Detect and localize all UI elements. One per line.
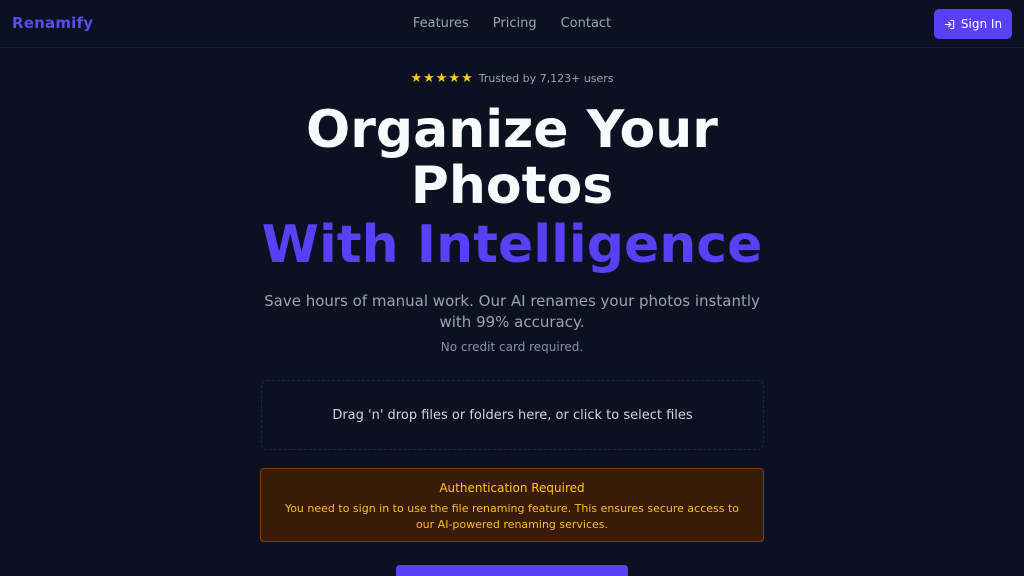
trust-text: Trusted by 7,123+ users <box>478 72 614 85</box>
hero-title-text: Organize Your Photos <box>306 100 718 216</box>
star-icon: ★ <box>448 71 461 86</box>
primary-action-button[interactable] <box>396 565 628 576</box>
sign-in-icon <box>944 19 955 29</box>
no-credit-card-note: No credit card required. <box>440 340 584 354</box>
dropzone-label: Drag 'n' drop files or folders here, or … <box>332 407 693 423</box>
nav-link-features[interactable]: Features <box>413 16 469 31</box>
star-icon: ★ <box>423 71 435 86</box>
hero-subtitle: Save hours of manual work. Our AI rename… <box>264 292 760 331</box>
sign-in-label: Sign In <box>960 17 1003 31</box>
star-icon: ★ <box>461 71 473 86</box>
star-rating: ★ ★ ★ ★ ★ <box>410 72 472 85</box>
trust-rating: ★ ★ ★ ★ ★ Trusted by 7,123+ users <box>0 72 1024 85</box>
star-icon: ★ <box>435 71 448 86</box>
star-icon: ★ <box>410 71 423 86</box>
file-dropzone[interactable]: Drag 'n' drop files or folders here, or … <box>261 380 764 450</box>
nav-links: Features Pricing Contact <box>0 16 1024 31</box>
sign-in-button[interactable]: Sign In <box>934 9 1012 39</box>
auth-required-alert: Authentication Required You need to sign… <box>260 468 764 542</box>
hero-title-accent: With Intelligence <box>261 215 763 275</box>
hero-title: Organize Your Photos <box>0 102 1024 214</box>
alert-title: Authentication Required <box>439 481 585 495</box>
alert-body: You need to sign in to use the file rena… <box>284 502 740 531</box>
top-navbar: Renamify Features Pricing Contact Sign I… <box>0 0 1024 48</box>
nav-link-pricing[interactable]: Pricing <box>493 16 537 31</box>
nav-link-contact[interactable]: Contact <box>561 16 612 31</box>
